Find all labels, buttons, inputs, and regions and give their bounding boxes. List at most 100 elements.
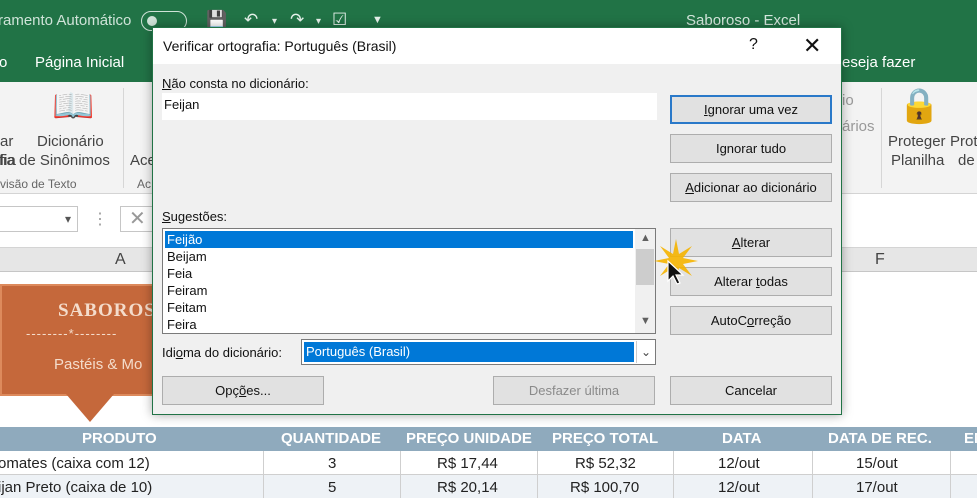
suggestion-item[interactable]: Feitam	[165, 299, 633, 316]
cell-border	[263, 475, 264, 498]
ignore-once-button[interactable]: Ignorar uma vez	[670, 95, 832, 124]
thesaurus-button-bottom[interactable]: fia de Sinônimos	[0, 152, 110, 169]
suggestion-item[interactable]: Feiram	[165, 282, 633, 299]
spelling-label-fragment[interactable]: ar	[0, 133, 13, 150]
ignore-all-button[interactable]: Ignorar tudo	[670, 134, 832, 163]
button-text-post: lterar	[740, 235, 771, 250]
cell-border	[263, 451, 264, 475]
not-in-dictionary-context[interactable]	[162, 120, 657, 212]
comments-fragment[interactable]: io	[842, 92, 854, 109]
spelling-dialog: Verificar ortografia: Português (Brasil)…	[152, 27, 842, 415]
autocorrect-button[interactable]: AutoCorreção	[670, 306, 832, 335]
chevron-down-icon[interactable]: ▼	[640, 315, 651, 327]
tab-file-fragment[interactable]: o	[0, 54, 7, 71]
button-text-pre: Alterar	[714, 274, 757, 289]
misspelled-word: Feijan	[164, 97, 200, 112]
table-cell[interactable]: 12/out	[718, 479, 760, 496]
table-cell[interactable]: R$ 17,44	[437, 455, 498, 472]
comments-fragment-2[interactable]: ários	[842, 118, 875, 135]
undo-dropdown-icon[interactable]: ▾	[272, 16, 277, 27]
chevron-up-icon[interactable]: ▲	[640, 232, 651, 244]
proofing-group-label: visão de Texto	[0, 177, 77, 191]
close-icon[interactable]: ✕	[803, 33, 821, 59]
label-text: ugestões:	[170, 209, 228, 224]
table-cell[interactable]: 15/out	[856, 455, 898, 472]
column-header-f[interactable]: F	[875, 251, 885, 269]
protect-sheet-icon[interactable]: 🔒	[898, 86, 940, 126]
button-text-post: rreção	[754, 313, 792, 328]
dictionary-language-label: Idioma do dicionário:	[162, 345, 282, 360]
formula-bar-handle-icon: ⋮	[92, 211, 108, 228]
table-cell[interactable]: R$ 100,70	[570, 479, 639, 496]
cell-border	[537, 475, 538, 498]
thesaurus-book-icon[interactable]: 📖	[52, 86, 94, 126]
table-header[interactable]: EN	[964, 430, 977, 447]
protect-workbook-button-top[interactable]: Prot	[950, 133, 977, 150]
button-text-post: gnorar uma vez	[707, 102, 798, 117]
logo-stars: --------*--------	[26, 326, 118, 341]
table-cell[interactable]: R$ 20,14	[437, 479, 498, 496]
column-header-a[interactable]: A	[115, 251, 126, 269]
options-button[interactable]: Opções...	[162, 376, 324, 405]
table-header[interactable]: DATA	[722, 430, 761, 447]
dialog-title: Verificar ortografia: Português (Brasil)	[163, 38, 397, 54]
suggestion-item[interactable]: Feijão	[164, 230, 634, 249]
suggestion-item[interactable]: Beijam	[165, 248, 633, 265]
table-header[interactable]: DATA DE REC.	[828, 430, 932, 447]
table-header-row: PRODUTO QUANTIDADE PREÇO UNIDADE PREÇO T…	[0, 427, 977, 451]
cell-border	[537, 451, 538, 475]
ribbon-separator	[123, 88, 124, 188]
table-cell[interactable]: 12/out	[718, 455, 760, 472]
name-box[interactable]: ▾	[0, 206, 78, 232]
add-to-dictionary-button[interactable]: Adicionar ao dicionário	[670, 173, 832, 202]
cancel-button[interactable]: Cancelar	[670, 376, 832, 405]
tab-home[interactable]: Página Inicial	[35, 54, 124, 71]
suggestions-list[interactable]: Feijão Beijam Feia Feiram Feitam Feira ▲…	[162, 228, 656, 334]
help-button[interactable]: ?	[749, 36, 758, 54]
thesaurus-button-top[interactable]: Dicionário	[37, 133, 104, 150]
suggestions-label: Sugestões:	[162, 209, 227, 224]
not-in-dictionary-field[interactable]: Feijan	[162, 93, 657, 120]
table-row: ijan Preto (caixa de 10) 5 R$ 20,14 R$ 1…	[0, 475, 977, 498]
dictionary-language-select[interactable]: Português (Brasil) ⌄	[301, 339, 656, 365]
chevron-down-icon[interactable]: ⌄	[636, 341, 655, 363]
redo-dropdown-icon[interactable]: ▾	[316, 16, 321, 27]
table-cell[interactable]: omates (caixa com 12)	[0, 455, 150, 472]
dialog-titlebar[interactable]: Verificar ortografia: Português (Brasil)…	[153, 28, 841, 64]
table-header[interactable]: PREÇO TOTAL	[552, 430, 658, 447]
table-cell[interactable]: R$ 52,32	[575, 455, 636, 472]
table-cell[interactable]: 17/out	[856, 479, 898, 496]
button-text-post: norar tudo	[726, 141, 787, 156]
cell-border	[812, 475, 813, 498]
undo-last-button[interactable]: Desfazer última	[493, 376, 655, 405]
access-key: N	[162, 76, 172, 91]
access-key: S	[162, 209, 171, 224]
table-cell[interactable]: ijan Preto (caixa de 10)	[0, 479, 152, 496]
button-text-post: es...	[246, 383, 271, 398]
label-text-post: ma do dicionário:	[182, 345, 282, 360]
label-text-pre: Idi	[162, 345, 176, 360]
tell-me-box[interactable]: eseja fazer	[842, 54, 915, 71]
customize-toolbar-icon[interactable]: ▼	[372, 14, 383, 26]
suggestion-item[interactable]: Feia	[165, 265, 633, 282]
ribbon-separator-2	[881, 88, 882, 188]
autosave-label: ramento Automático	[0, 12, 132, 29]
protect-sheet-button-top[interactable]: Proteger	[888, 133, 946, 150]
table-header[interactable]: PRODUTO	[82, 430, 157, 447]
cancel-entry-icon[interactable]: ✕	[120, 206, 155, 232]
button-text-post: dicionar ao dicionário	[693, 180, 817, 195]
suggestion-item[interactable]: Feira	[165, 316, 633, 333]
protect-sheet-button-bottom[interactable]: Planilha	[891, 152, 944, 169]
selected-language: Português (Brasil)	[303, 341, 635, 363]
table-cell[interactable]: 3	[328, 455, 336, 472]
button-text-post: odas	[759, 274, 788, 289]
table-row: omates (caixa com 12) 3 R$ 17,44 R$ 52,3…	[0, 451, 977, 475]
logo-tagline: Pastéis & Mo	[54, 356, 143, 373]
protect-workbook-button-bottom[interactable]: de	[958, 152, 975, 169]
access-key: o	[175, 345, 183, 360]
table-header[interactable]: QUANTIDADE	[281, 430, 381, 447]
cell-border	[400, 451, 401, 475]
table-header[interactable]: PREÇO UNIDADE	[406, 430, 532, 447]
table-cell[interactable]: 5	[328, 479, 336, 496]
cell-border	[812, 451, 813, 475]
